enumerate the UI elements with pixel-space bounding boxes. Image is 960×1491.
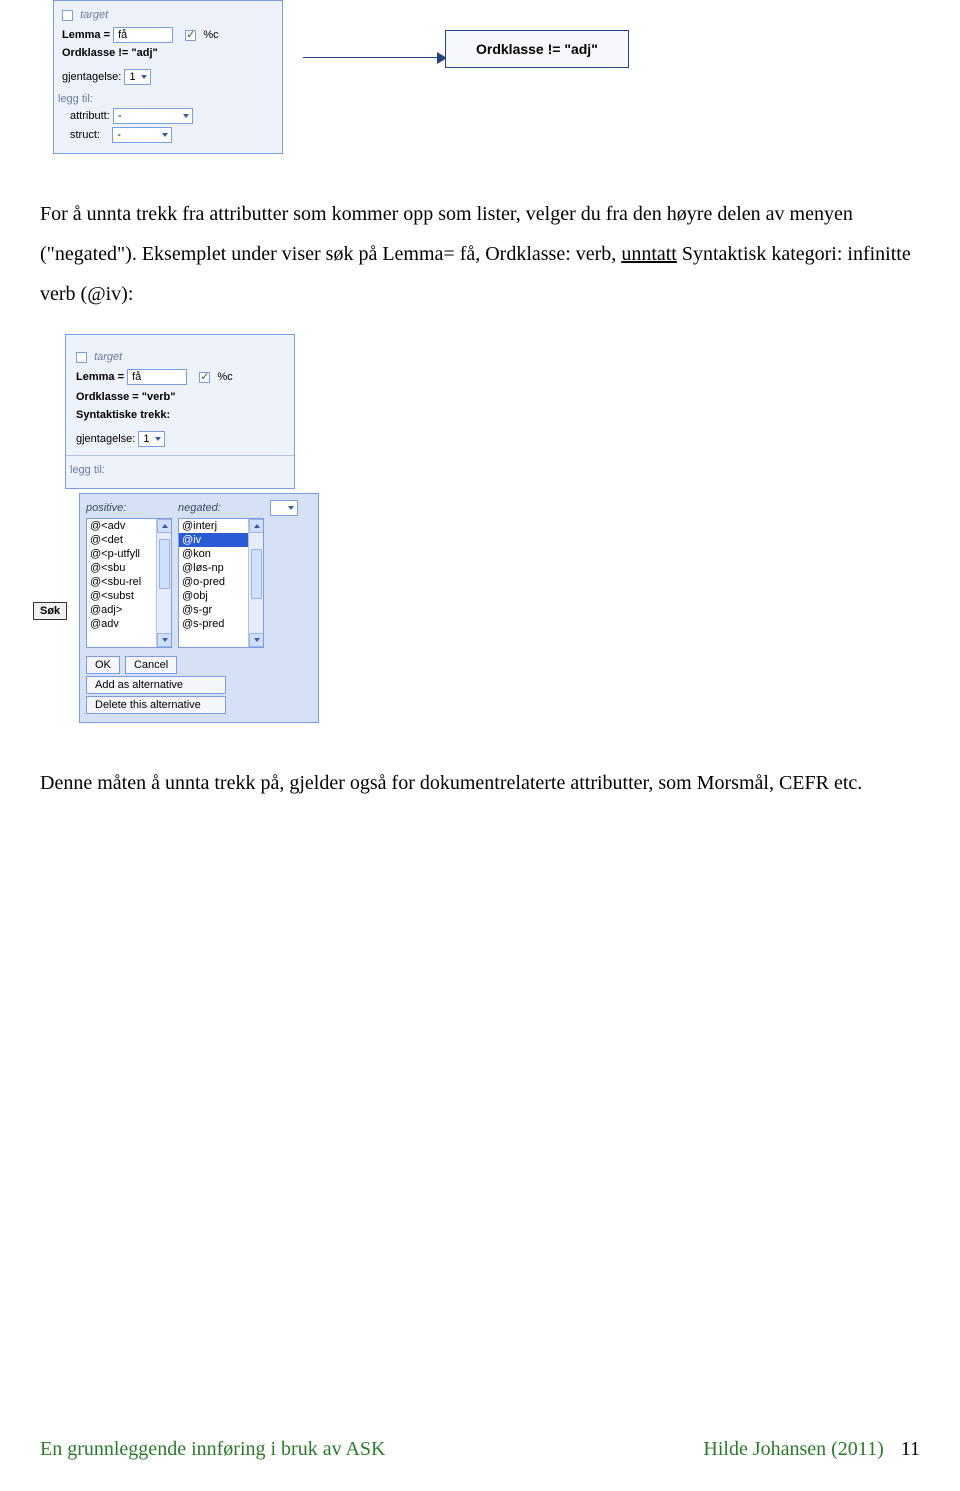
- lemma-label: Lemma =: [62, 29, 110, 41]
- scrollbar[interactable]: [156, 519, 171, 647]
- callout-box: Ordklasse != "adj": [445, 30, 629, 68]
- ordklasse-line-2: Ordklasse = "verb": [76, 391, 175, 403]
- extra-select[interactable]: [270, 500, 298, 516]
- pc-label-2: %c: [217, 371, 232, 383]
- scroll-up-icon[interactable]: [157, 519, 172, 533]
- scroll-thumb[interactable]: [159, 539, 170, 589]
- footer-title: En grunnleggende innføring i bruk av ASK: [40, 1438, 386, 1461]
- pc-label: %c: [203, 29, 218, 41]
- attributt-select[interactable]: -: [113, 108, 193, 124]
- positive-header: positive:: [86, 500, 172, 518]
- search-button[interactable]: Søk: [33, 602, 67, 620]
- delete-alternative-button[interactable]: Delete this alternative: [86, 696, 226, 714]
- gjentagelse-label: gjentagelse:: [62, 71, 121, 83]
- negated-header: negated:: [178, 500, 264, 518]
- legg-til-label-2: legg til:: [70, 464, 284, 476]
- paragraph-2: Denne måten å unnta trekk på, gjelder og…: [40, 763, 920, 803]
- lemma-input[interactable]: få: [113, 27, 173, 43]
- lemma-input-2[interactable]: få: [127, 369, 187, 385]
- pc-checkbox[interactable]: [185, 30, 196, 41]
- target-label-2: target: [94, 351, 122, 363]
- callout-text: Ordklasse != "adj": [476, 41, 598, 57]
- struct-select[interactable]: -: [112, 127, 172, 143]
- scroll-down-icon[interactable]: [157, 633, 172, 647]
- negated-listbox[interactable]: @interj@iv@kon@løs-np@o-pred@obj@s-gr@s-…: [178, 518, 264, 648]
- query-panel-1: target Lemma = få %c Ordklasse != "adj" …: [53, 0, 283, 154]
- page-number: 11: [901, 1438, 920, 1460]
- ordklasse-line: Ordklasse != "adj": [62, 47, 158, 59]
- gjentagelse-select-2[interactable]: 1: [138, 431, 164, 447]
- struct-label: struct:: [70, 129, 100, 141]
- screenshot-1: target Lemma = få %c Ordklasse != "adj" …: [45, 0, 920, 154]
- ok-button[interactable]: OK: [86, 656, 120, 674]
- target-checkbox-2[interactable]: [76, 352, 87, 363]
- paragraph-1: For å unnta trekk fra attributter som ko…: [40, 194, 920, 314]
- scroll-up-icon[interactable]: [249, 519, 264, 533]
- scroll-down-icon[interactable]: [249, 633, 264, 647]
- target-label: target: [80, 9, 108, 21]
- gjentagelse-label-2: gjentagelse:: [76, 433, 135, 445]
- callout-line: [303, 57, 445, 58]
- gjentagelse-select[interactable]: 1: [124, 69, 150, 85]
- pc-checkbox-2[interactable]: [199, 372, 210, 383]
- scroll-thumb[interactable]: [251, 549, 262, 599]
- query-panel-2: target Lemma = få %c Ordklasse = "verb" …: [65, 334, 295, 489]
- target-checkbox[interactable]: [62, 10, 73, 21]
- screenshot-2: Søk target Lemma = få %c Ordklasse = "ve…: [55, 334, 920, 723]
- syntaktiske-label: Syntaktiske trekk:: [76, 409, 170, 421]
- lemma-label-2: Lemma =: [76, 371, 124, 383]
- scrollbar[interactable]: [248, 519, 263, 647]
- legg-til-label: legg til:: [58, 93, 274, 105]
- add-alternative-button[interactable]: Add as alternative: [86, 676, 226, 694]
- footer-author: Hilde Johansen (2011): [703, 1438, 883, 1460]
- negated-popup: positive: negated: @<adv@<det@<p-utfyll@…: [79, 493, 319, 723]
- page-footer: En grunnleggende innføring i bruk av ASK…: [40, 1438, 920, 1461]
- attributt-label: attributt:: [70, 110, 110, 122]
- cancel-button[interactable]: Cancel: [125, 656, 177, 674]
- positive-listbox[interactable]: @<adv@<det@<p-utfyll@<sbu@<sbu-rel@<subs…: [86, 518, 172, 648]
